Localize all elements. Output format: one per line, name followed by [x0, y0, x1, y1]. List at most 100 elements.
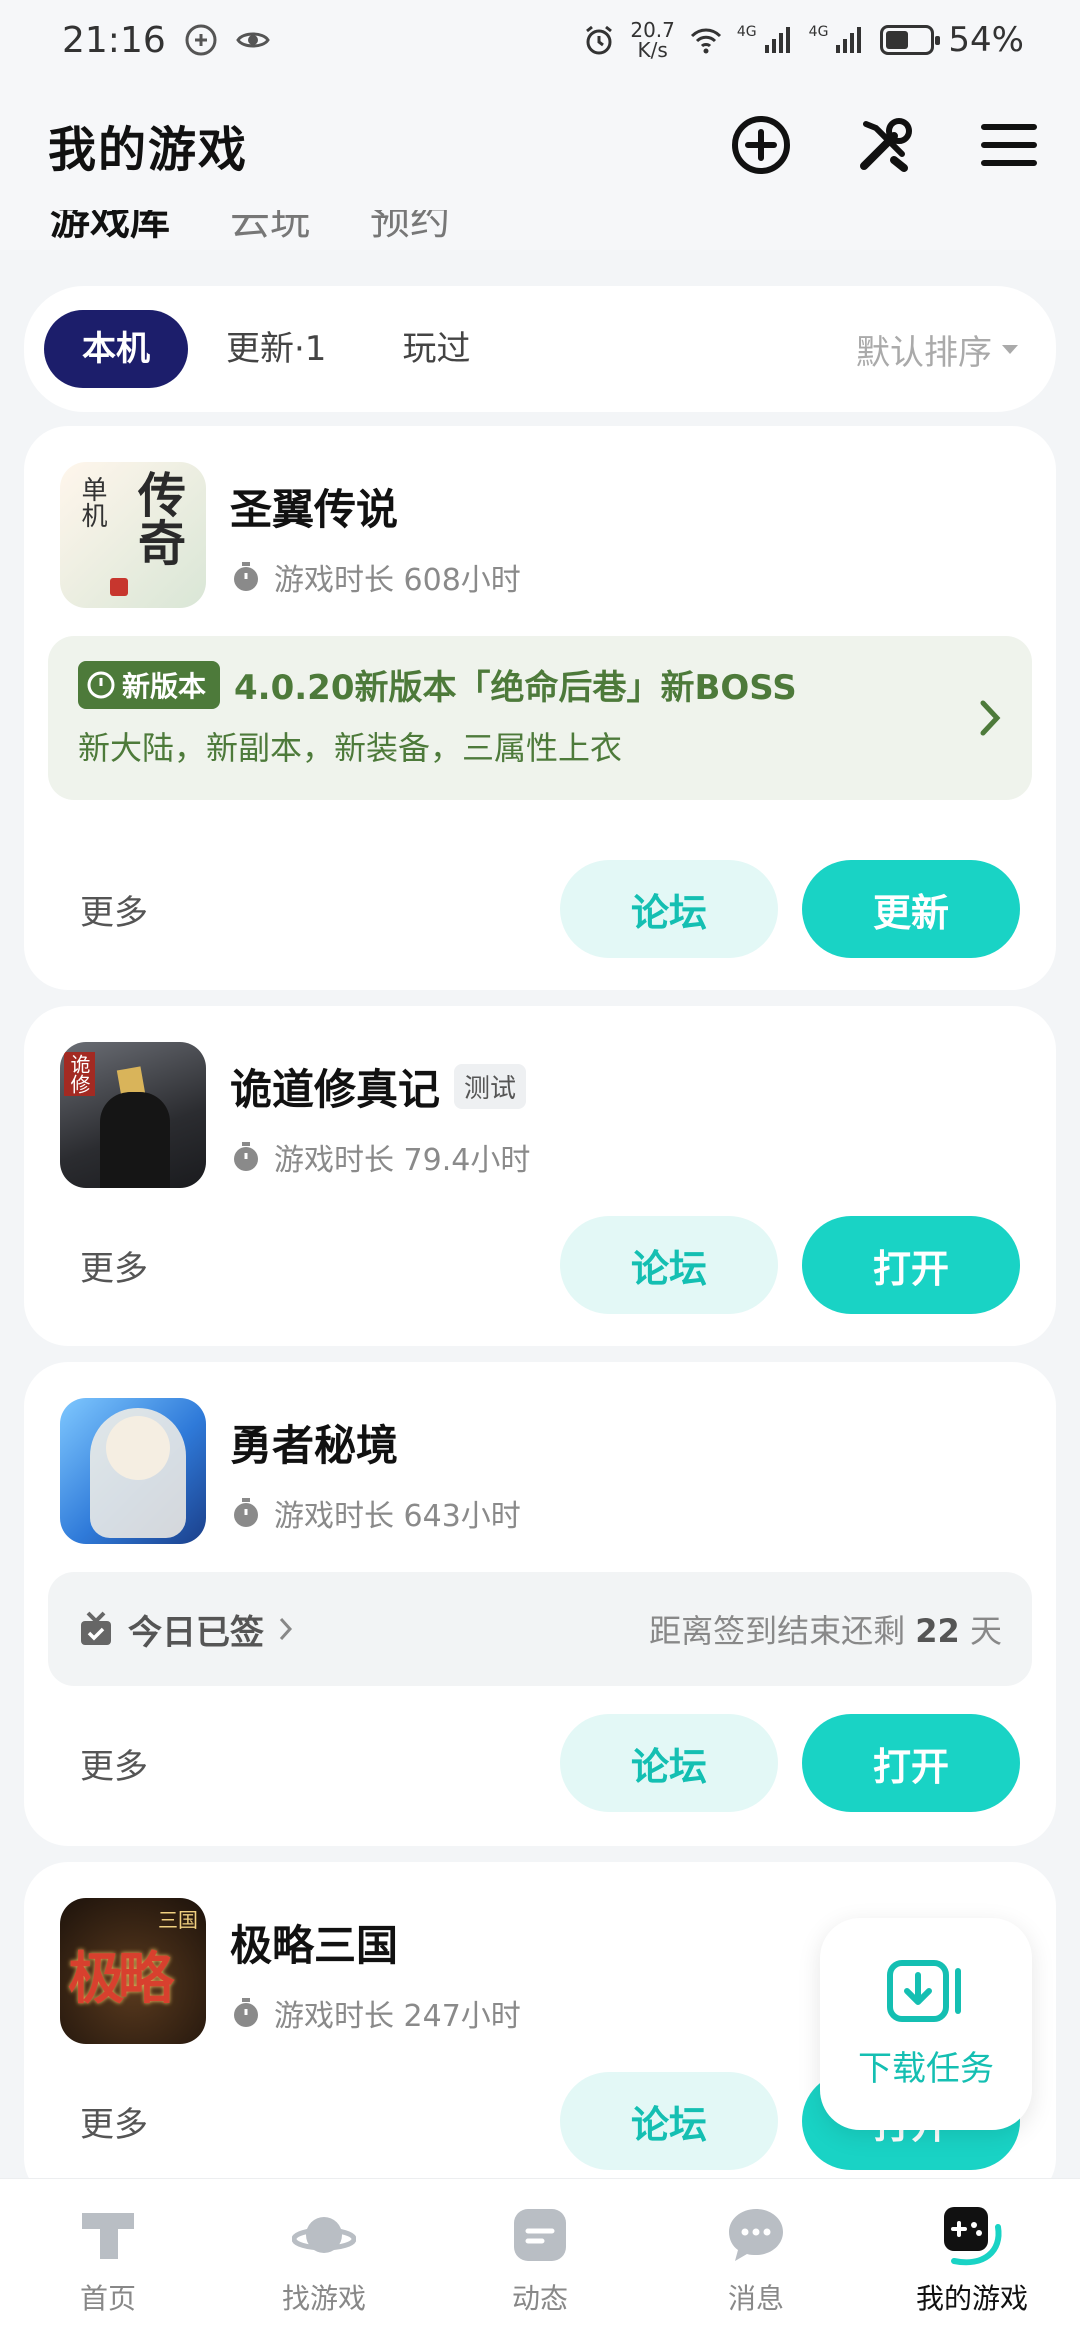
game-icon[interactable]: 诡修 [60, 1042, 206, 1188]
more-button[interactable]: 更多 [80, 1739, 148, 1788]
download-tasks-label: 下载任务 [858, 2048, 994, 2089]
nav-feed[interactable]: 动态 [450, 2203, 630, 2317]
chevron-right-icon [980, 700, 1001, 736]
playtime: 游戏时长 247小时 [230, 1991, 521, 2035]
playtime-text: 游戏时长 79.4小时 [274, 1143, 531, 1178]
game-icon[interactable]: 极略 三国 [60, 1898, 206, 2044]
game-icon[interactable] [60, 1398, 206, 1544]
sign-in-status: 今日已签 [78, 1605, 294, 1654]
timer-icon [234, 562, 258, 591]
add-circle-icon [732, 116, 790, 174]
countdown-days: 22 [915, 1612, 960, 1650]
net-label-2: 4G [808, 24, 829, 40]
add-game-button[interactable] [730, 114, 792, 176]
nav-messages[interactable]: 消息 [666, 2203, 846, 2317]
nav-my-games[interactable]: 我的游戏 [882, 2203, 1062, 2317]
feed-icon [514, 2208, 566, 2261]
battery-icon [880, 25, 941, 55]
new-version-label: 新版本 [122, 669, 207, 703]
test-badge: 测试 [454, 1064, 527, 1109]
filter-chip-local[interactable]: 本机 [44, 310, 188, 388]
update-line: 新版本 4.0.20新版本「绝命后巷」新BOSS [78, 660, 1002, 709]
game-icon-text-2: 三国 [158, 1908, 198, 1932]
forum-button[interactable]: 论坛 [560, 860, 778, 958]
planet-icon [292, 2216, 356, 2253]
more-button[interactable]: 更多 [80, 1241, 148, 1290]
playtime-text: 游戏时长 643小时 [274, 1499, 521, 1534]
sign-in-banner[interactable]: 今日已签 距离签到结束还剩 22 天 [48, 1572, 1032, 1686]
update-desc: 新大陆，新副本，新装备，三属性上衣 [78, 729, 623, 767]
timer-icon [234, 1498, 258, 1527]
new-version-badge: 新版本 [78, 660, 221, 709]
sign-in-label: 今日已签 [128, 1612, 264, 1653]
update-banner[interactable]: 新版本 4.0.20新版本「绝命后巷」新BOSS 新大陆，新副本，新装备，三属性… [48, 636, 1032, 800]
bottom-nav: 首页 找游戏 动态 消息 我的游戏 [0, 2178, 1080, 2340]
playtime: 游戏时长 79.4小时 [230, 1135, 530, 1179]
forum-button[interactable]: 论坛 [560, 1714, 778, 1812]
game-name-row: 诡道修真记 测试 [230, 1056, 530, 1117]
seal-mark [110, 578, 128, 596]
game-name[interactable]: 勇者秘境 [230, 1412, 398, 1473]
page-title: 我的游戏 [48, 122, 249, 178]
top-tabs: 游戏库 云玩 预约 [0, 210, 1080, 250]
game-name[interactable]: 极略三国 [230, 1912, 398, 1973]
nav-home[interactable]: 首页 [18, 2203, 198, 2317]
update-button[interactable]: 更新 [802, 860, 1020, 958]
net-speed: 20.7 K/s [630, 20, 675, 60]
game-icon[interactable]: 单机 传奇 [60, 462, 206, 608]
card-actions: 更多 论坛 打开 [24, 1714, 1056, 1812]
caret-down-icon [1002, 344, 1018, 354]
download-tasks-button[interactable]: 下载任务 [820, 1918, 1032, 2130]
menu-button[interactable] [978, 114, 1040, 176]
game-icon-text-2: 传奇 [129, 470, 185, 566]
character-hair-shape [90, 1408, 186, 1538]
more-button[interactable]: 更多 [80, 885, 148, 934]
net-label-1: 4G [736, 24, 757, 40]
sort-label: 默认排序 [856, 332, 992, 373]
tab-game-library[interactable]: 游戏库 [46, 210, 174, 248]
game-name[interactable]: 诡道修真记 [230, 1056, 440, 1117]
game-info: 圣翼传说 游戏时长 608小时 [230, 462, 521, 599]
filter-chip-played[interactable]: 玩过 [364, 310, 508, 388]
forum-button[interactable]: 论坛 [560, 1216, 778, 1314]
timer-icon [234, 1142, 258, 1171]
battery-percent: 54% [948, 20, 1024, 60]
open-button[interactable]: 打开 [802, 1216, 1020, 1314]
header-actions [730, 114, 1040, 176]
game-name-row: 勇者秘境 [230, 1412, 521, 1473]
alarm-icon [586, 25, 613, 55]
filter-bar: 本机 更新·1 玩过 默认排序 [24, 286, 1056, 412]
gift-icon [81, 1611, 111, 1645]
filter-chip-updates[interactable]: 更新·1 [188, 310, 364, 388]
app-notification-icon [185, 24, 217, 56]
net-speed-value: 20.7 [630, 18, 675, 42]
wifi-icon [690, 28, 721, 54]
app-header: 我的游戏 [0, 80, 1080, 210]
status-time: 21:16 [62, 19, 166, 61]
chevron-right-icon [279, 1617, 293, 1641]
tools-button[interactable] [854, 114, 916, 176]
game-info: 极略三国 游戏时长 247小时 [230, 1898, 521, 2035]
game-card: 单机 传奇 圣翼传说 游戏时长 608小时 新版本 4.0.20新版本「绝命后巷… [24, 426, 1056, 990]
nav-label: 找游戏 [281, 2281, 366, 2315]
download-icon [887, 1959, 961, 2022]
tab-reservation[interactable]: 预约 [370, 210, 450, 248]
game-header: 勇者秘境 游戏时长 643小时 [60, 1398, 521, 1544]
game-name[interactable]: 圣翼传说 [230, 476, 398, 537]
nav-label: 首页 [79, 2281, 136, 2315]
card-actions: 更多 论坛 打开 [24, 1216, 1056, 1314]
nav-find-games[interactable]: 找游戏 [234, 2203, 414, 2317]
open-button[interactable]: 打开 [802, 1714, 1020, 1812]
sort-dropdown[interactable]: 默认排序 [856, 325, 1018, 374]
net-speed-unit: K/s [637, 38, 668, 62]
game-icon-text: 极略 [68, 1946, 174, 2012]
more-button[interactable]: 更多 [80, 2097, 148, 2146]
tab-cloud-play[interactable]: 云玩 [230, 210, 310, 248]
nav-label: 动态 [511, 2281, 568, 2315]
forum-button[interactable]: 论坛 [560, 2072, 778, 2170]
sign-in-countdown: 距离签到结束还剩 22 天 [649, 1606, 1002, 1652]
power-icon [87, 671, 115, 698]
status-left: 21:16 [62, 20, 270, 61]
message-icon [729, 2208, 783, 2261]
nav-label: 我的游戏 [915, 2281, 1028, 2315]
